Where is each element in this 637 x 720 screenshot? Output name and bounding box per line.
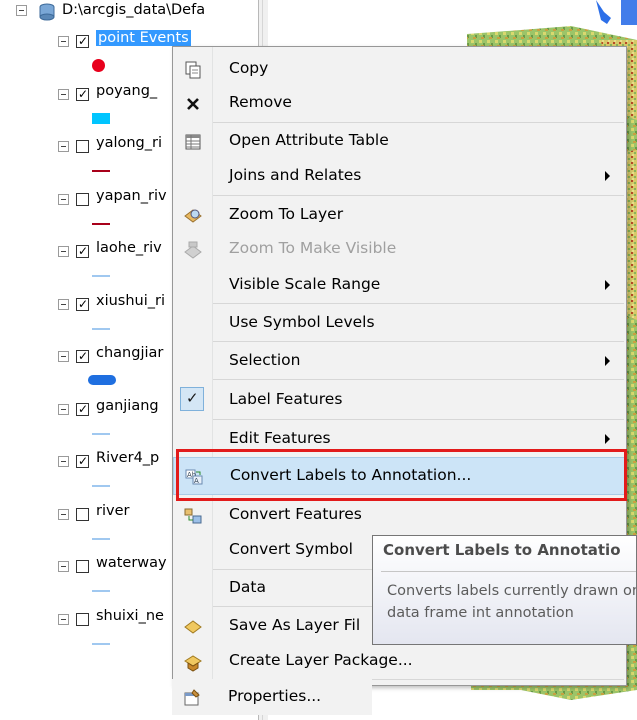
layer-collapse-toggle[interactable] [58, 456, 69, 467]
layer-name[interactable]: xiushui_ri [96, 293, 165, 309]
polygon-symbol-icon [92, 113, 110, 124]
layer-visibility-checkbox[interactable] [76, 613, 89, 626]
layer-name[interactable]: River4_p [96, 450, 159, 466]
menu-item-properties[interactable]: Properties... [172, 679, 372, 715]
layer-name[interactable]: shuixi_ne [96, 608, 164, 624]
layer-collapse-toggle[interactable] [58, 299, 69, 310]
river-segment [596, 0, 611, 24]
layer-package-icon [184, 655, 202, 672]
layer-name[interactable]: ganjiang [96, 398, 159, 414]
line-symbol-icon [92, 538, 110, 540]
line-symbol-icon [92, 170, 110, 172]
point-symbol-icon [92, 59, 105, 72]
menu-item-selection[interactable]: Selection [173, 343, 626, 379]
submenu-arrow-icon [605, 280, 610, 290]
layer-collapse-toggle[interactable] [58, 351, 69, 362]
dataframe-collapse-toggle[interactable] [16, 5, 27, 16]
checkmark-icon: ✓ [180, 387, 204, 411]
layer-file-icon [184, 620, 202, 634]
submenu-arrow-icon [605, 356, 610, 366]
tooltip-title: Convert Labels to Annotatio [383, 541, 621, 559]
layer-name[interactable]: poyang_ [96, 83, 157, 99]
layer-name[interactable]: yalong_ri [96, 135, 162, 151]
layer-visibility-checkbox[interactable] [76, 560, 89, 573]
table-icon [185, 134, 201, 150]
layer-visibility-checkbox[interactable]: ✓ [76, 297, 89, 311]
layer-collapse-toggle[interactable] [58, 404, 69, 415]
layer-visibility-checkbox[interactable] [76, 508, 89, 521]
line-symbol-icon [92, 223, 110, 225]
layer-collapse-toggle[interactable] [58, 141, 69, 152]
layer-collapse-toggle[interactable] [58, 36, 69, 47]
layer-collapse-toggle[interactable] [58, 246, 69, 257]
layer-collapse-toggle[interactable] [58, 194, 69, 205]
menu-item-zoom-to-layer[interactable]: Zoom To Layer [173, 197, 626, 233]
line-symbol-icon [92, 590, 110, 592]
menu-item-copy[interactable]: Copy [173, 51, 626, 87]
dataframe-path-label: D:\arcgis_data\Defa [62, 2, 206, 18]
line-symbol-icon [92, 485, 110, 487]
line-symbol-icon [92, 328, 110, 330]
layer-collapse-toggle[interactable] [58, 89, 69, 100]
layer-visibility-checkbox[interactable]: ✓ [76, 454, 89, 468]
menu-item-zoom-to-make-visible[interactable]: Zoom To Make Visible [173, 231, 626, 267]
submenu-arrow-icon [605, 434, 610, 444]
convert-features-icon [184, 508, 202, 524]
menu-item-create-layer-package[interactable]: Create Layer Package... [173, 643, 626, 679]
line-symbol-icon [92, 433, 110, 435]
menu-item-convert-labels-to-annotation[interactable]: Ab A Convert Labels to Annotation... [173, 457, 626, 495]
layer-visibility-checkbox[interactable]: ✓ [76, 34, 89, 48]
layer-visibility-checkbox[interactable]: ✓ [76, 244, 89, 258]
layer-name[interactable]: laohe_riv [96, 240, 162, 256]
layer-name[interactable]: yapan_riv [96, 188, 167, 204]
layer-visibility-checkbox[interactable]: ✓ [76, 402, 89, 416]
menu-item-edit-features[interactable]: Edit Features [173, 421, 626, 457]
layer-collapse-toggle[interactable] [58, 614, 69, 625]
line-symbol-icon [88, 375, 116, 385]
svg-text:A: A [194, 477, 199, 485]
zoom-to-layer-icon [184, 209, 202, 223]
layer-visibility-checkbox[interactable] [76, 140, 89, 153]
database-icon [39, 3, 55, 21]
layer-visibility-checkbox[interactable]: ✓ [76, 87, 89, 101]
menu-item-remove[interactable]: Remove [173, 85, 626, 121]
menu-item-open-attribute-table[interactable]: Open Attribute Table [173, 123, 626, 159]
menu-item-label-features[interactable]: ✓ Label Features [173, 382, 626, 418]
remove-x-icon [187, 98, 199, 110]
layer-name[interactable]: changjiar [96, 345, 163, 361]
convert-labels-icon: Ab A [185, 469, 203, 485]
zoom-visible-icon [184, 241, 202, 259]
layer-collapse-toggle[interactable] [58, 509, 69, 520]
command-tooltip: Convert Labels to Annotatio Converts lab… [372, 535, 637, 645]
layer-visibility-checkbox[interactable] [76, 193, 89, 206]
layer-collapse-toggle[interactable] [58, 561, 69, 572]
submenu-arrow-icon [605, 171, 610, 181]
copy-icon [185, 61, 201, 79]
properties-icon [184, 689, 200, 706]
menu-item-use-symbol-levels[interactable]: Use Symbol Levels [173, 305, 626, 341]
layer-name[interactable]: river [96, 503, 129, 519]
line-symbol-icon [92, 275, 110, 277]
tooltip-description: Converts labels currently drawn on this … [387, 583, 636, 621]
menu-item-visible-scale-range[interactable]: Visible Scale Range [173, 267, 626, 303]
layer-name[interactable]: point Events [96, 30, 191, 46]
layer-visibility-checkbox[interactable]: ✓ [76, 349, 89, 363]
menu-item-convert-features[interactable]: Convert Features [173, 497, 626, 533]
menu-item-joins-and-relates[interactable]: Joins and Relates [173, 158, 626, 194]
line-symbol-icon [92, 643, 110, 645]
layer-name[interactable]: waterway [96, 555, 167, 571]
